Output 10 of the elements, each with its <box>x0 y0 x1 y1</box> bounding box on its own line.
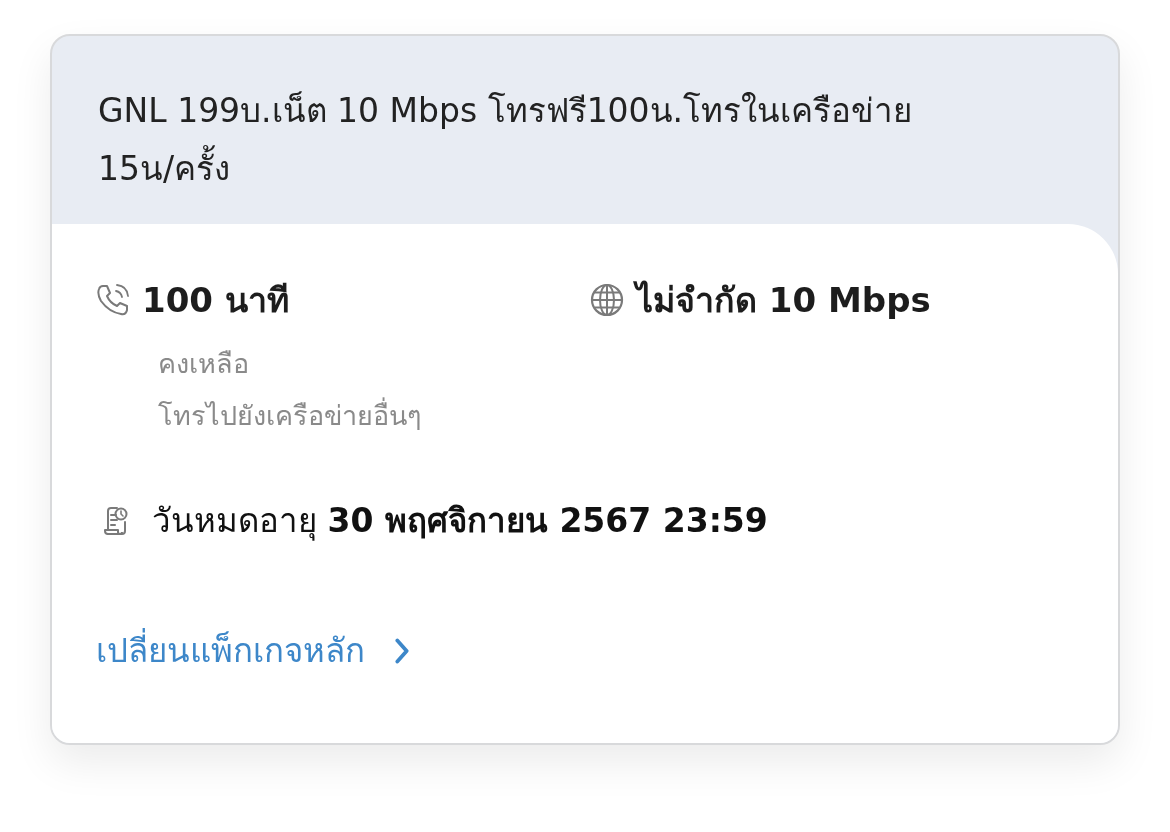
allowance-detail: โทรไปยังเครือข่ายอื่นๆ <box>158 390 422 442</box>
change-package-link[interactable]: เปลี่ยนแพ็กเกจหลัก <box>96 627 409 675</box>
phone-icon <box>96 283 130 317</box>
globe-icon <box>590 283 624 317</box>
chevron-right-icon <box>395 638 409 664</box>
allowance-detail: คงเหลือ <box>158 347 249 381</box>
expiry-date-text: วันหมดอายุ 30 พฤศจิกายน 2567 23:59 <box>152 500 768 543</box>
allowance-amount: 100 นาที <box>142 279 289 322</box>
document-clock-icon <box>102 506 128 536</box>
plan-title: GNL 199บ.เน็ต 10 Mbps โทรฟรี100น.โทรในเครือข่าย 15น/ครั้ง <box>98 90 914 190</box>
